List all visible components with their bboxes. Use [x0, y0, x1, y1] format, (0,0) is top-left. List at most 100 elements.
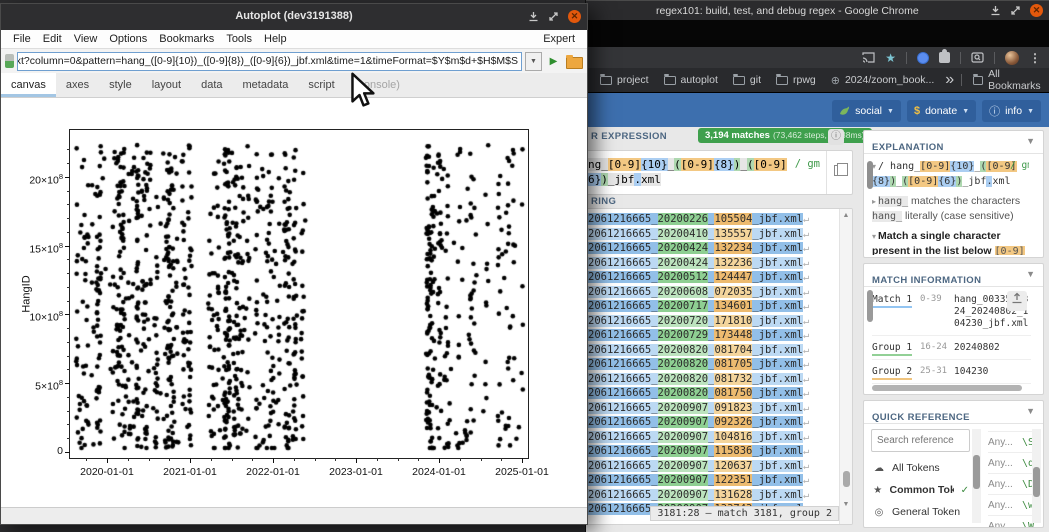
autoplot-titlebar[interactable]: Autoplot (dev3191388) ✕ — [1, 4, 587, 30]
chevron-down-icon[interactable]: ▼ — [1026, 269, 1035, 279]
donate-button[interactable]: $donate▼ — [907, 100, 976, 122]
go-button[interactable]: ▶ — [545, 52, 562, 71]
token-row[interactable]: Any...\S — [988, 432, 1034, 453]
bookmark-project[interactable]: project — [596, 72, 653, 88]
explanation-item[interactable]: ▸hang_ matches the characters hang_ lite… — [872, 194, 1029, 224]
tab-layout[interactable]: layout — [142, 73, 191, 97]
social-button[interactable]: social▼ — [832, 100, 901, 122]
menu-item-view[interactable]: View — [68, 31, 104, 47]
side-search-icon[interactable] — [971, 52, 984, 63]
plot-frame[interactable]: HangID 05×10810×10815×10820×1082020-01-0… — [69, 129, 529, 459]
folder-icon — [973, 76, 983, 85]
globe-icon: ⊕ — [831, 74, 840, 87]
scroll-up-icon[interactable]: ▲ — [840, 212, 852, 219]
category-general-tokens[interactable]: ◎General Tokens — [873, 501, 969, 523]
bookmark-git[interactable]: git — [729, 72, 765, 88]
x-tick — [356, 458, 357, 463]
expert-mode-label[interactable]: Expert — [537, 31, 581, 47]
menu-item-options[interactable]: Options — [103, 31, 153, 47]
uri-dropdown-button[interactable]: ▼ — [525, 52, 542, 71]
x-minor-tick — [294, 458, 295, 461]
token-scrollbar[interactable] — [1032, 429, 1041, 523]
match-info-hscrollbar-thumb[interactable] — [872, 385, 1022, 391]
tab-metadata[interactable]: metadata — [233, 73, 299, 97]
test-string-editor[interactable]: 2061216665_20200226_105504_jbf.xml↵20612… — [585, 208, 853, 525]
info-button[interactable]: ⓘinfo▼ — [982, 100, 1041, 122]
x-tick-label: 2022-01-01 — [238, 466, 308, 478]
extensions-puzzle-icon[interactable] — [939, 52, 950, 63]
regex-flags[interactable]: / gm — [795, 158, 820, 170]
minimize-icon[interactable] — [528, 11, 539, 22]
menu-item-tools[interactable]: Tools — [220, 31, 258, 47]
y-tick — [65, 383, 70, 384]
category-common-toke-[interactable]: ★Common Toke...✓ — [873, 479, 969, 501]
extension-circle-icon[interactable] — [917, 52, 929, 64]
all-bookmarks-button[interactable]: All Bookmarks — [969, 66, 1047, 94]
bookmark-autoplot[interactable]: autoplot — [660, 72, 722, 88]
tab-data[interactable]: data — [191, 73, 232, 97]
regex101-header: social▼ $donate▼ ⓘinfo▼ — [586, 93, 1049, 127]
token-row[interactable]: Any...\w — [988, 495, 1034, 516]
token-row[interactable]: Any...\W — [988, 516, 1034, 528]
search-reference-input[interactable] — [871, 429, 970, 452]
minimize-icon[interactable] — [990, 5, 1001, 16]
test-string-line: 2061216665_20200907_131628_jbf.xml↵ — [588, 488, 837, 503]
chrome-menu-icon[interactable]: ⋮ — [1029, 51, 1041, 65]
close-icon[interactable]: ✕ — [568, 10, 581, 23]
test-string-line: 2061216665_20200907_091823_jbf.xml↵ — [588, 401, 837, 416]
category-anchors[interactable]: ⚓Anchors — [873, 523, 969, 528]
bookmark-star-icon[interactable]: ★ — [885, 51, 896, 65]
explanation-body[interactable]: ▾/ hang_[0-9]{10}_([0-9]{8})_([0-9]{6})_… — [872, 159, 1029, 255]
menu-item-help[interactable]: Help — [258, 31, 293, 47]
profile-avatar[interactable] — [1005, 51, 1019, 65]
cast-icon[interactable] — [862, 52, 875, 63]
y-tick-label: 15×108 — [17, 239, 63, 257]
folder-icon — [664, 76, 676, 85]
bookmarks-overflow-button[interactable]: » — [945, 71, 954, 89]
menu-item-bookmarks[interactable]: Bookmarks — [153, 31, 220, 47]
regex-input-field[interactable]: ng_[0-9]{10}_([0-9]{8})_([0-9] 6})_jbf.x… — [585, 150, 853, 195]
explanation-item[interactable]: ▾Match a single character present in the… — [872, 229, 1029, 255]
maximize-icon[interactable] — [548, 11, 559, 22]
export-matches-button[interactable] — [1007, 291, 1027, 311]
token-row[interactable]: Any...\d — [988, 453, 1034, 474]
match-info-row[interactable]: Group 116-2420240802 — [872, 336, 1031, 360]
chevron-down-icon[interactable]: ▼ — [1026, 406, 1035, 416]
test-string-scrollbar[interactable]: ▲ ▼ — [839, 209, 852, 524]
menu-item-file[interactable]: File — [7, 31, 37, 47]
match-info-scrollbar-thumb[interactable] — [867, 290, 873, 322]
bookmark-rpwg[interactable]: rpwg — [772, 72, 820, 88]
chrome-tab-strip[interactable] — [586, 20, 1049, 47]
token-row[interactable]: Any...\D — [988, 474, 1034, 495]
y-minor-tick — [67, 218, 70, 219]
y-minor-tick — [67, 232, 70, 233]
open-file-button[interactable] — [565, 52, 583, 71]
uri-input[interactable]: ta/dat/hangfiles.txt?column=0&pattern=ha… — [17, 52, 522, 71]
x-minor-tick — [335, 458, 336, 461]
autoplot-window: Autoplot (dev3191388) ✕ FileEditViewOpti… — [0, 3, 588, 525]
bookmark-2024/zoom_book...[interactable]: ⊕2024/zoom_book... — [827, 72, 939, 89]
test-string-line: 2061216665_20200907_120637_jbf.xml↵ — [588, 459, 837, 474]
menu-item-edit[interactable]: Edit — [37, 31, 68, 47]
y-tick — [65, 177, 70, 178]
scroll-down-icon[interactable]: ▼ — [840, 501, 852, 508]
tab-axes[interactable]: axes — [56, 73, 99, 97]
tab-style[interactable]: style — [99, 73, 142, 97]
dollar-icon: $ — [914, 105, 920, 117]
tab-canvas[interactable]: canvas — [1, 73, 56, 97]
scrollbar-thumb[interactable] — [843, 471, 850, 487]
chrome-titlebar[interactable]: regex101: build, test, and debug regex -… — [586, 0, 1049, 20]
scatter-plot-canvas[interactable] — [70, 130, 530, 460]
copy-regex-button[interactable] — [826, 151, 852, 194]
match-info-row[interactable]: Group 225-31104230 — [872, 360, 1031, 384]
explanation-scrollbar-thumb[interactable] — [867, 161, 873, 189]
chevron-down-icon[interactable]: ▼ — [1026, 136, 1035, 146]
regex101-page: social▼$donate▼ⓘinfo▼ R EXPRESSION 3,194… — [586, 93, 1049, 532]
category-all-tokens[interactable]: ☁All Tokens — [873, 457, 969, 479]
maximize-icon[interactable] — [1010, 5, 1021, 16]
tab-script[interactable]: script — [298, 73, 344, 97]
test-string-line: 2061216665_20200820_081705_jbf.xml↵ — [588, 357, 837, 372]
close-icon[interactable]: ✕ — [1030, 4, 1043, 17]
category-scrollbar[interactable] — [972, 429, 981, 523]
regex-info-icon[interactable]: ⓘ — [828, 129, 844, 145]
